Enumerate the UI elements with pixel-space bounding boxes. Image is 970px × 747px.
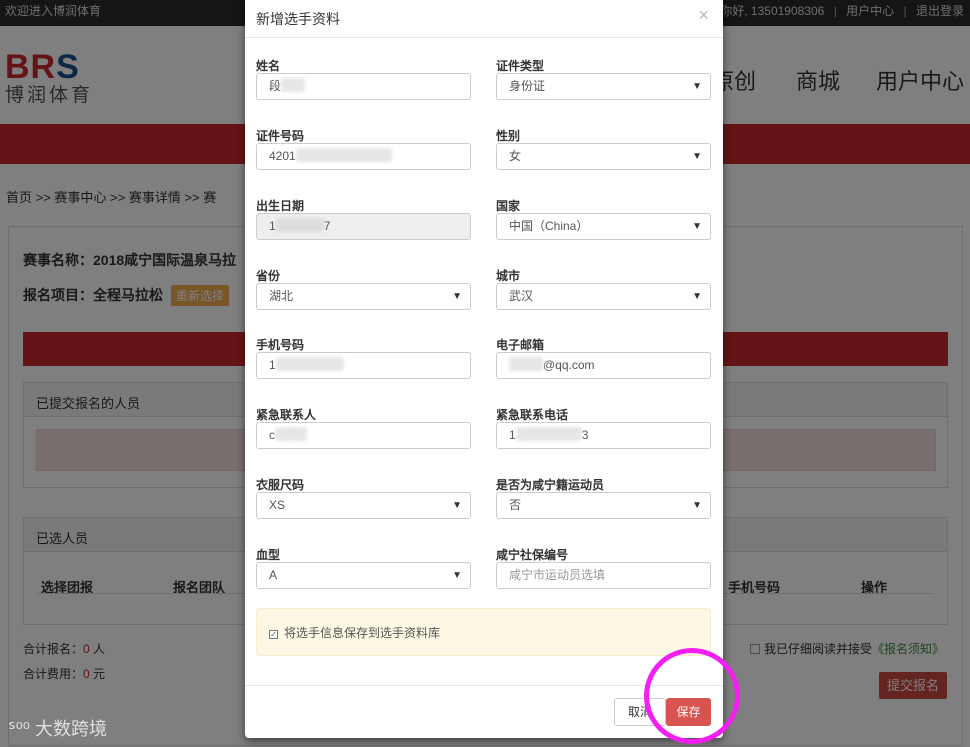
social-security-label: 咸宁社保编号 [496, 548, 569, 562]
phone-label: 手机号码 [256, 338, 305, 352]
save-to-library-text: 将选手信息保存到选手资料库 [284, 626, 441, 640]
modal-title: 新增选手资料 [256, 11, 340, 27]
id-type-select[interactable]: 身份证 ▼ [496, 73, 711, 100]
local-athlete-label: 是否为咸宁籍运动员 [496, 478, 605, 492]
phone-input[interactable]: 1 [256, 352, 471, 379]
add-player-modal: 新增选手资料 × 姓名 段 证件类型 身份证 ▼ 证件号码 4201 性别 女 ▼ … [245, 0, 723, 738]
emergency-contact-label: 紧急联系人 [256, 408, 317, 422]
dropdown-caret-icon: ▼ [452, 291, 462, 302]
redacted-blur [509, 357, 543, 371]
redacted-blur [295, 148, 392, 162]
name-input[interactable]: 段 [256, 73, 471, 100]
dropdown-caret-icon: ▼ [692, 221, 702, 232]
id-number-input[interactable]: 4201 [256, 143, 471, 170]
dropdown-caret-icon: ▼ [692, 291, 702, 302]
dropdown-caret-icon: ▼ [452, 570, 462, 581]
watermark-text: 大数跨境 [35, 719, 108, 739]
id-number-label: 证件号码 [256, 129, 305, 143]
save-to-library-checkbox[interactable]: ✓ [269, 630, 278, 639]
province-select[interactable]: 湖北 ▼ [256, 283, 471, 310]
close-icon[interactable]: × [698, 5, 709, 26]
email-input[interactable]: @qq.com [496, 352, 711, 379]
shirt-size-label: 衣服尺码 [256, 478, 305, 492]
dropdown-caret-icon: ▼ [452, 500, 462, 511]
modal-header: 新增选手资料 × [245, 0, 723, 38]
birth-date-label: 出生日期 [256, 199, 305, 213]
highlight-circle [644, 648, 740, 744]
shirt-size-select[interactable]: XS ▼ [256, 492, 471, 519]
gender-select[interactable]: 女 ▼ [496, 143, 711, 170]
watermark: ᔆ⁰⁰ 大数跨境 [8, 715, 107, 741]
id-type-label: 证件类型 [496, 59, 545, 73]
country-label: 国家 [496, 199, 521, 213]
emergency-phone-label: 紧急联系电话 [496, 408, 569, 422]
dropdown-caret-icon: ▼ [692, 151, 702, 162]
city-label: 城市 [496, 269, 521, 283]
emergency-contact-input[interactable]: c [256, 422, 471, 449]
dropdown-caret-icon: ▼ [692, 500, 702, 511]
local-athlete-select[interactable]: 否 ▼ [496, 492, 711, 519]
country-select[interactable]: 中国（China） ▼ [496, 213, 711, 240]
redacted-blur [515, 427, 582, 441]
name-label: 姓名 [256, 59, 281, 73]
city-select[interactable]: 武汉 ▼ [496, 283, 711, 310]
birth-date-input: 17 [256, 213, 471, 240]
redacted-blur [281, 78, 306, 92]
email-label: 电子邮箱 [496, 338, 545, 352]
emergency-phone-input[interactable]: 13 [496, 422, 711, 449]
redacted-blur [275, 218, 324, 232]
dropdown-caret-icon: ▼ [692, 81, 702, 92]
redacted-blur [275, 427, 307, 441]
redacted-blur [275, 357, 344, 371]
gender-label: 性别 [496, 129, 521, 143]
watermark-icon: ᔆ⁰⁰ [8, 719, 30, 739]
social-security-input[interactable]: 咸宁市运动员选填 [496, 562, 711, 589]
save-to-library-option: ✓ 将选手信息保存到选手资料库 [256, 608, 711, 656]
blood-type-select[interactable]: A ▼ [256, 562, 471, 589]
province-label: 省份 [256, 269, 281, 283]
blood-type-label: 血型 [256, 548, 281, 562]
